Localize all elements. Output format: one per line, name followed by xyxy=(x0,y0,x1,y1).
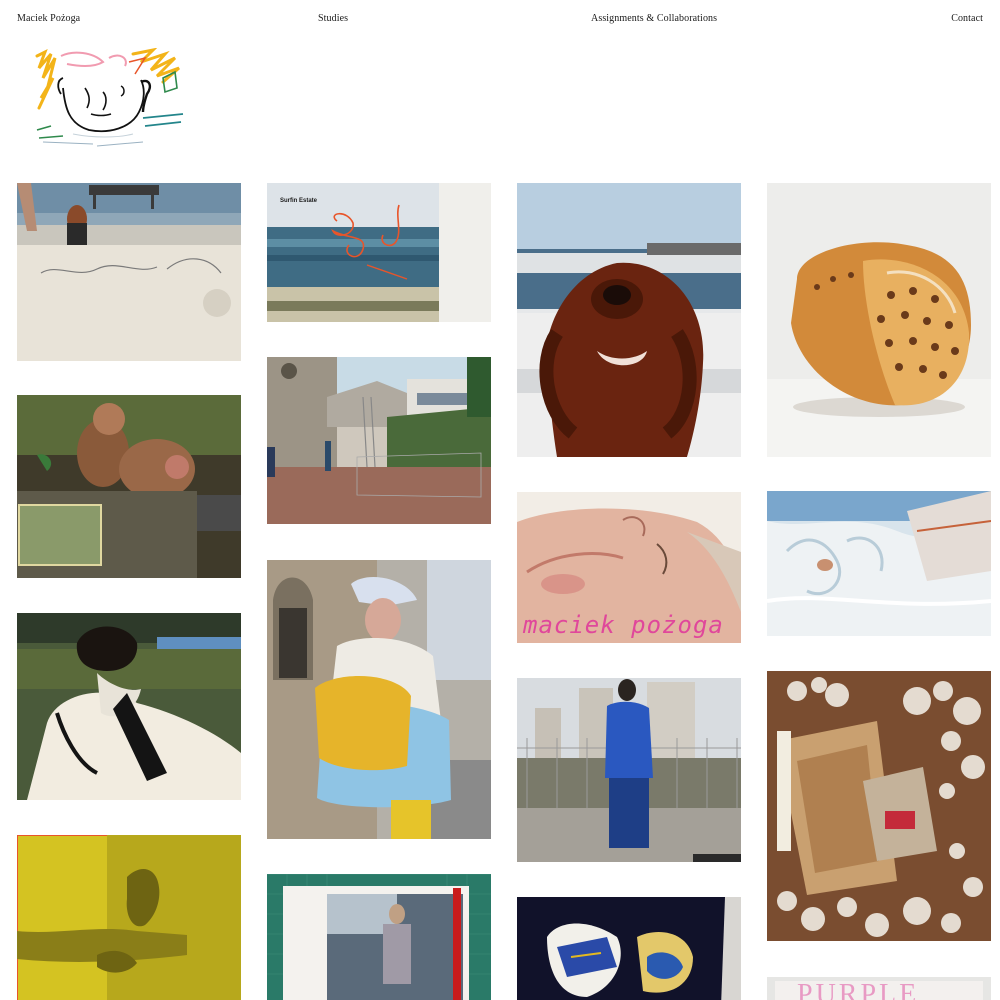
photo-tile-foam-bottles[interactable] xyxy=(767,671,991,941)
photo-tile-monkeys[interactable] xyxy=(17,395,241,578)
photo-tile-woman-flowers[interactable] xyxy=(17,613,241,800)
nav-studies-link[interactable]: Studies xyxy=(318,13,348,24)
top-navigation: Maciek Pożoga Studies Assignments & Coll… xyxy=(17,13,983,29)
portfolio-page: Maciek Pożoga Studies Assignments & Coll… xyxy=(0,0,1000,1000)
tile-cover-name: maciek pożoga xyxy=(523,611,724,639)
photo-tile-red-dog[interactable] xyxy=(517,183,741,457)
photo-tile-cover-face[interactable]: maciek pożoga xyxy=(517,492,741,643)
nav-assignments-link[interactable]: Assignments & Collaborations xyxy=(591,13,717,24)
photo-tile-water-splash[interactable] xyxy=(767,491,991,636)
photo-tile-clay-object[interactable] xyxy=(767,183,991,457)
tile-caption-surfin: Surfin Estate xyxy=(280,198,318,204)
doodle-drawing-logo[interactable] xyxy=(33,47,185,150)
photo-tile-yellow-hands[interactable] xyxy=(17,835,241,1000)
photo-tile-beach-dog[interactable] xyxy=(17,183,241,361)
photo-tile-silk-scarves[interactable] xyxy=(517,897,741,1000)
nav-contact-link[interactable]: Contact xyxy=(951,13,983,24)
photo-tile-open-magazine[interactable] xyxy=(267,874,491,1000)
photo-tile-building-courtyard[interactable] xyxy=(267,357,491,524)
photo-tile-surfin-estate[interactable]: Surfin Estate xyxy=(267,183,491,322)
doodle-illustration xyxy=(35,47,184,147)
photo-tile-woman-knit[interactable] xyxy=(267,560,491,839)
tile-purple-title: PURPLE xyxy=(797,979,920,1000)
photo-tile-blue-suit[interactable] xyxy=(517,678,741,862)
photo-tile-purple-magazine[interactable]: PURPLE xyxy=(767,977,991,1000)
home-link[interactable]: Maciek Pożoga xyxy=(17,13,80,24)
